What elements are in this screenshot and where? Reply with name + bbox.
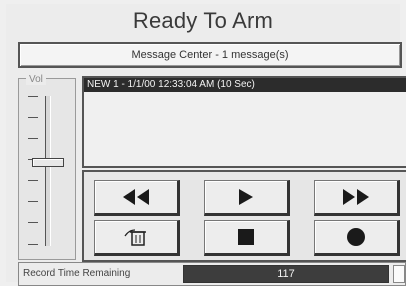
rewind-button[interactable] (94, 180, 180, 216)
record-time-value: 117 (277, 268, 295, 280)
record-time-status: Record Time Remaining 117 (18, 262, 406, 286)
play-icon (239, 189, 253, 205)
volume-label: Vol (26, 74, 46, 85)
record-time-progress-end (393, 265, 405, 283)
rewind-icon (123, 189, 149, 205)
play-button[interactable] (204, 180, 290, 216)
list-item[interactable]: NEW 1 - 1/1/00 12:33:04 AM (10 Sec) (84, 78, 406, 92)
trash-can-icon (124, 229, 146, 246)
transport-controls (82, 170, 406, 262)
status-title: Ready To Arm (132, 8, 274, 33)
volume-slider-thumb[interactable] (32, 158, 64, 167)
volume-slider-track[interactable] (45, 96, 51, 246)
stop-icon (238, 229, 254, 245)
message-list[interactable]: NEW 1 - 1/1/00 12:33:04 AM (10 Sec) (82, 76, 406, 168)
record-icon (347, 228, 365, 246)
stop-button[interactable] (204, 220, 290, 256)
record-time-progress: 117 (183, 265, 389, 283)
volume-ticks (28, 96, 40, 246)
delete-button[interactable] (94, 220, 180, 256)
fast-forward-button[interactable] (314, 180, 400, 216)
message-center-header: Message Center - 1 message(s) (18, 42, 402, 68)
record-time-label: Record Time Remaining (23, 268, 131, 279)
fast-forward-icon (343, 189, 369, 205)
record-button[interactable] (314, 220, 400, 256)
voicemail-panel: Ready To Arm Message Center - 1 message(… (6, 4, 406, 286)
